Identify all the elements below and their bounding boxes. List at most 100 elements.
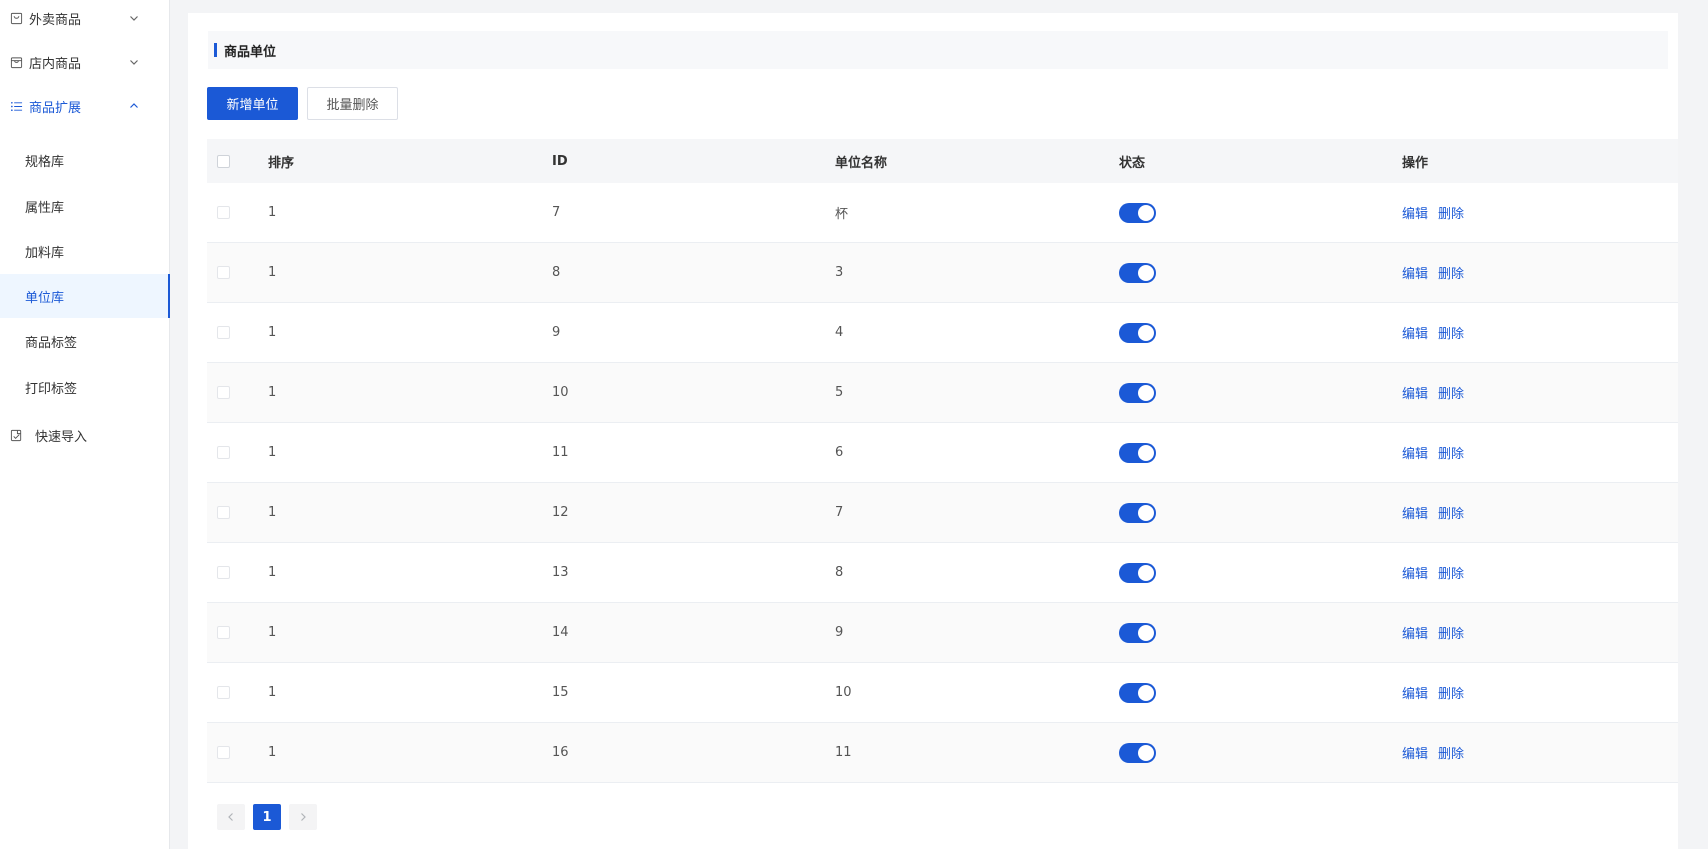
row-checkbox[interactable]	[217, 746, 230, 759]
sidebar-item-topping-library[interactable]: 加料库	[0, 229, 170, 273]
edit-link[interactable]: 编辑	[1402, 263, 1428, 282]
row-sort: 1	[268, 265, 277, 280]
units-table: 排序 ID 单位名称 状态 操作 1 7 杯 编辑 删除 1 8 3 编辑 删除…	[207, 139, 1678, 783]
edit-link[interactable]: 编辑	[1402, 443, 1428, 462]
row-operations: 编辑 删除	[1402, 183, 1464, 242]
row-sort: 1	[268, 745, 277, 760]
next-page-button[interactable]	[289, 804, 317, 830]
sidebar-item-unit-library[interactable]: 单位库	[0, 274, 170, 318]
row-checkbox[interactable]	[217, 566, 230, 579]
row-operations: 编辑 删除	[1402, 543, 1464, 602]
row-checkbox[interactable]	[217, 686, 230, 699]
row-checkbox-cell	[217, 303, 230, 362]
sidebar-item-label: 规格库	[25, 154, 65, 170]
edit-link[interactable]: 编辑	[1402, 203, 1428, 222]
edit-link[interactable]: 编辑	[1402, 743, 1428, 762]
delete-link[interactable]: 删除	[1438, 623, 1464, 642]
add-unit-button[interactable]: 新增单位	[207, 87, 298, 120]
row-checkbox-cell	[217, 663, 230, 722]
sidebar-item-label: 加料库	[25, 245, 65, 261]
row-checkbox[interactable]	[217, 266, 230, 279]
status-toggle[interactable]	[1119, 262, 1156, 283]
status-toggle[interactable]	[1119, 502, 1156, 523]
status-toggle[interactable]	[1119, 202, 1156, 223]
delete-link[interactable]: 删除	[1438, 263, 1464, 282]
sidebar-group-label: 店内商品	[29, 56, 82, 72]
sidebar-group-takeout-goods[interactable]: 外卖商品	[0, 0, 170, 38]
page-button-current[interactable]: 1	[253, 804, 281, 830]
toggle-knob	[1138, 204, 1154, 221]
row-id: 7	[552, 205, 561, 220]
status-toggle[interactable]	[1119, 442, 1156, 463]
row-sort: 1	[268, 505, 277, 520]
header-unit-name: 单位名称	[835, 155, 888, 171]
status-toggle[interactable]	[1119, 382, 1156, 403]
row-id: 14	[552, 625, 569, 640]
edit-link[interactable]: 编辑	[1402, 503, 1428, 522]
sidebar-item-goods-tags[interactable]: 商品标签	[0, 319, 170, 363]
app-root: 外卖商品 店内商品 商品扩展 规格库 属性库 加料库 单位库 商品标签 打印标签…	[0, 0, 1708, 849]
row-id: 9	[552, 325, 561, 340]
status-toggle[interactable]	[1119, 562, 1156, 583]
row-sort: 1	[268, 205, 277, 220]
delete-link[interactable]: 删除	[1438, 383, 1464, 402]
delete-link[interactable]: 删除	[1438, 563, 1464, 582]
row-status-cell	[1119, 363, 1156, 422]
row-operations: 编辑 删除	[1402, 663, 1464, 722]
edit-link[interactable]: 编辑	[1402, 623, 1428, 642]
row-checkbox[interactable]	[217, 386, 230, 399]
sidebar-item-attribute-library[interactable]: 属性库	[0, 184, 170, 228]
delete-link[interactable]: 删除	[1438, 203, 1464, 222]
row-unit-name: 9	[835, 625, 844, 640]
row-unit-name: 10	[835, 685, 852, 700]
edit-link[interactable]: 编辑	[1402, 563, 1428, 582]
sidebar-group-store-goods[interactable]: 店内商品	[0, 42, 170, 82]
table-row: 1 9 4 编辑 删除	[207, 303, 1678, 363]
row-checkbox[interactable]	[217, 326, 230, 339]
row-status-cell	[1119, 663, 1156, 722]
sidebar-group-label: 外卖商品	[29, 12, 82, 28]
import-icon	[9, 428, 23, 442]
row-unit-name: 11	[835, 745, 852, 760]
sidebar-group-quick-import[interactable]: 快速导入	[0, 415, 170, 455]
status-toggle[interactable]	[1119, 622, 1156, 643]
row-status-cell	[1119, 603, 1156, 662]
status-toggle[interactable]	[1119, 742, 1156, 763]
status-toggle[interactable]	[1119, 682, 1156, 703]
row-id: 12	[552, 505, 569, 520]
list-icon	[9, 99, 23, 113]
sidebar-group-goods-extension[interactable]: 商品扩展	[0, 86, 170, 126]
delete-link[interactable]: 删除	[1438, 503, 1464, 522]
sidebar-group-label: 商品扩展	[29, 100, 82, 116]
row-checkbox[interactable]	[217, 446, 230, 459]
delete-link[interactable]: 删除	[1438, 683, 1464, 702]
prev-page-button[interactable]	[217, 804, 245, 830]
table-row: 1 8 3 编辑 删除	[207, 243, 1678, 303]
row-status-cell	[1119, 423, 1156, 482]
status-toggle[interactable]	[1119, 322, 1156, 343]
row-checkbox-cell	[217, 543, 230, 602]
edit-link[interactable]: 编辑	[1402, 383, 1428, 402]
bag-icon	[9, 55, 23, 69]
select-all-checkbox[interactable]	[217, 154, 230, 168]
delete-link[interactable]: 删除	[1438, 323, 1464, 342]
delete-link[interactable]: 删除	[1438, 743, 1464, 762]
batch-delete-button[interactable]: 批量删除	[307, 87, 398, 120]
delete-link[interactable]: 删除	[1438, 443, 1464, 462]
sidebar-item-label: 单位库	[25, 290, 65, 306]
sidebar-item-print-tags[interactable]: 打印标签	[0, 365, 170, 409]
row-checkbox[interactable]	[217, 506, 230, 519]
row-checkbox[interactable]	[217, 206, 230, 219]
edit-link[interactable]: 编辑	[1402, 323, 1428, 342]
toggle-knob	[1138, 264, 1154, 281]
sidebar-item-spec-library[interactable]: 规格库	[0, 138, 170, 182]
toggle-knob	[1138, 384, 1154, 401]
row-sort: 1	[268, 385, 277, 400]
section-header: 商品单位	[208, 31, 1668, 69]
toggle-knob	[1138, 564, 1154, 581]
row-checkbox[interactable]	[217, 626, 230, 639]
edit-link[interactable]: 编辑	[1402, 683, 1428, 702]
table-row: 1 7 杯 编辑 删除	[207, 183, 1678, 243]
table-header: 排序 ID 单位名称 状态 操作	[207, 139, 1678, 183]
row-checkbox-cell	[217, 603, 230, 662]
